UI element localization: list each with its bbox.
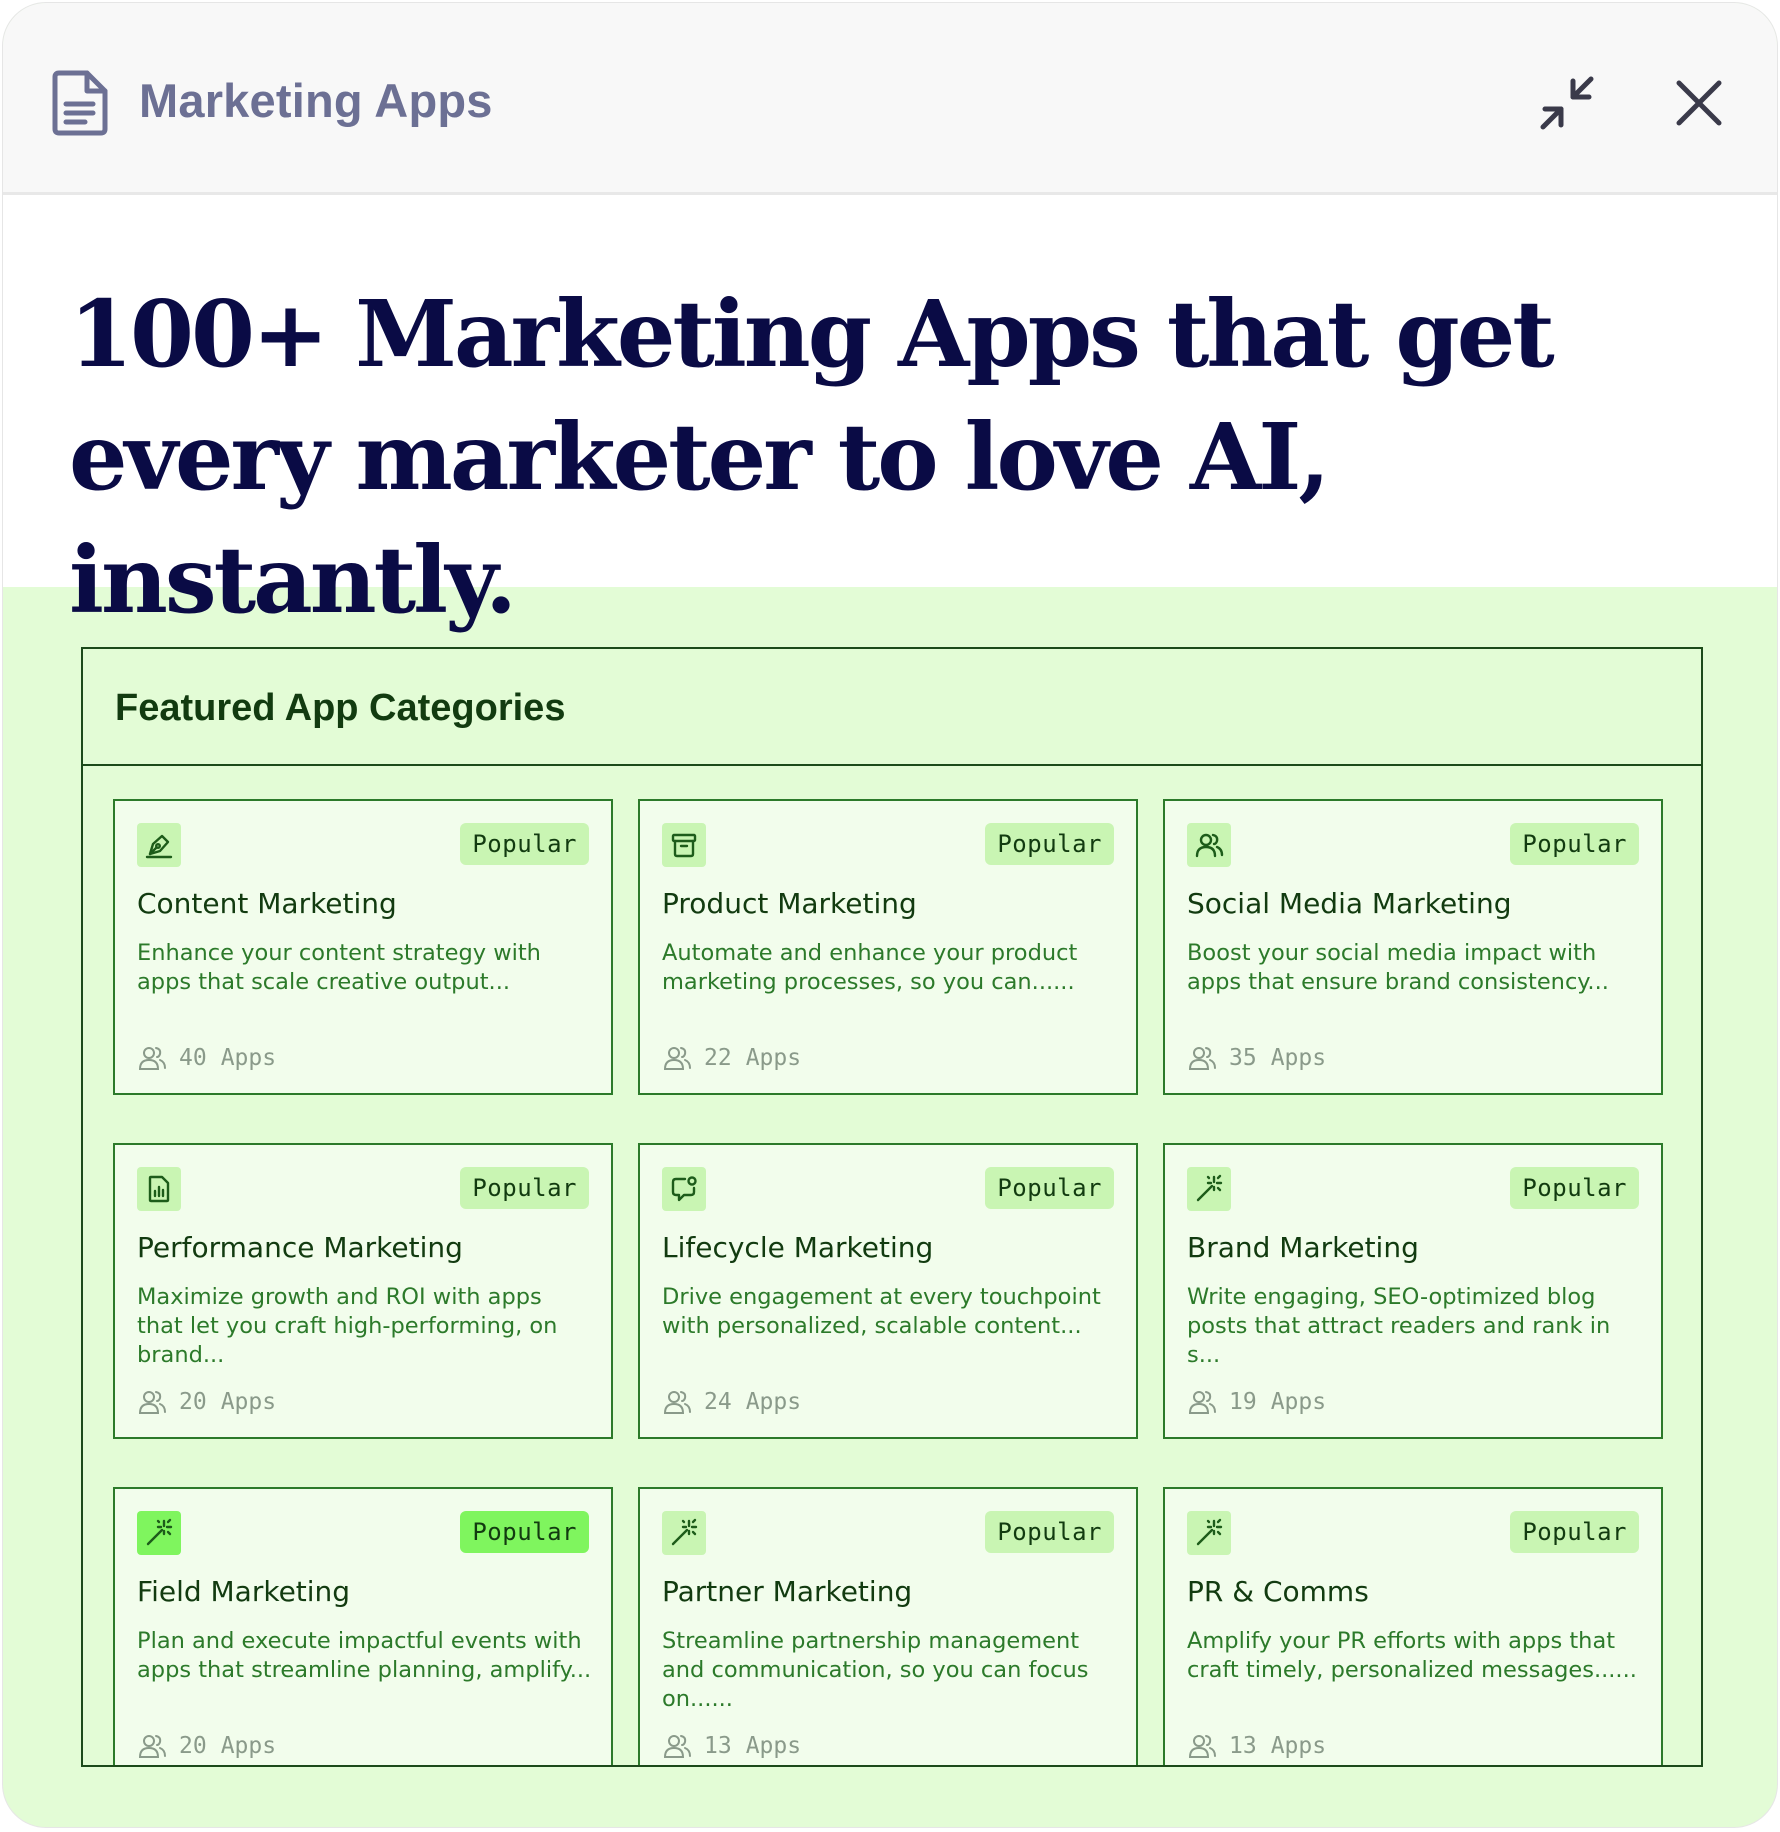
category-card[interactable]: Popular Content Marketing Enhance your con… <box>113 799 613 1095</box>
app-count-unit: Apps <box>745 1045 802 1071</box>
category-card[interactable]: Popular Performance Marketing Maximize gro… <box>113 1143 613 1439</box>
app-count: 20 Apps <box>137 1731 276 1761</box>
app-count-number: 20 <box>179 1389 207 1415</box>
app-count: 20 Apps <box>137 1387 276 1417</box>
app-count-number: 35 <box>1229 1045 1257 1071</box>
app-count-number: 13 <box>704 1733 732 1759</box>
marketing-apps-window: Marketing Apps 100+ Marketing Apps that … <box>2 2 1778 1828</box>
users-icon <box>1187 823 1231 867</box>
popular-badge: Popular <box>985 1511 1114 1553</box>
category-card[interactable]: Popular PR & Comms Amplify your PR efforts… <box>1163 1487 1663 1765</box>
app-count-number: 40 <box>179 1045 207 1071</box>
card-title: Lifecycle Marketing <box>662 1231 934 1264</box>
app-count-unit: Apps <box>1270 1733 1327 1759</box>
card-description: Maximize growth and ROI with apps that l… <box>137 1284 558 1368</box>
app-count-unit: Apps <box>745 1733 802 1759</box>
hero-section: 100+ Marketing Apps that get every marke… <box>3 195 1777 634</box>
app-count-unit: Apps <box>220 1045 277 1071</box>
card-title: PR & Comms <box>1187 1575 1369 1608</box>
app-count-unit: Apps <box>1270 1389 1327 1415</box>
magic-wand-icon <box>1187 1511 1231 1555</box>
card-title: Content Marketing <box>137 887 397 920</box>
magic-wand-icon <box>137 1511 181 1555</box>
category-card[interactable]: Popular Product Marketing Automate and enh… <box>638 799 1138 1095</box>
window-title: Marketing Apps <box>139 74 493 127</box>
category-card[interactable]: Popular Partner Marketing Streamline partn… <box>638 1487 1138 1765</box>
app-count-number: 13 <box>1229 1733 1257 1759</box>
users-icon <box>137 1387 179 1417</box>
card-description: Streamline partnership management and co… <box>662 1628 1089 1712</box>
users-icon <box>1187 1043 1229 1073</box>
card-description: Boost your social media impact with apps… <box>1187 940 1609 995</box>
card-description: Drive engagement at every touchpoint wit… <box>662 1284 1101 1339</box>
magic-wand-icon <box>662 1511 706 1555</box>
popular-badge: Popular <box>1510 1511 1639 1553</box>
card-description: Plan and execute impactful events with a… <box>137 1628 592 1683</box>
app-count-number: 24 <box>704 1389 732 1415</box>
popular-badge: Popular <box>985 1167 1114 1209</box>
popular-badge: Popular <box>1510 823 1639 865</box>
users-icon <box>137 1731 179 1761</box>
card-description: Automate and enhance your product market… <box>662 940 1078 995</box>
app-count: 13 Apps <box>662 1731 801 1761</box>
category-card[interactable]: Popular Field Marketing Plan and execute i… <box>113 1487 613 1765</box>
card-title: Social Media Marketing <box>1187 887 1512 920</box>
app-count: 35 Apps <box>1187 1043 1326 1073</box>
users-icon <box>1187 1731 1229 1761</box>
category-card[interactable]: Popular Brand Marketing Write engaging, SE… <box>1163 1143 1663 1439</box>
magic-wand-icon <box>1187 1167 1231 1211</box>
popular-badge: Popular <box>460 1167 589 1209</box>
panel-header: Featured App Categories <box>83 649 1701 766</box>
app-count-number: 19 <box>1229 1389 1257 1415</box>
users-icon <box>662 1387 704 1417</box>
app-count: 19 Apps <box>1187 1387 1326 1417</box>
pen-tool-icon <box>137 823 181 867</box>
title-bar: Marketing Apps <box>3 3 1777 195</box>
archive-box-icon <box>662 823 706 867</box>
app-count-unit: Apps <box>745 1389 802 1415</box>
card-title: Product Marketing <box>662 887 917 920</box>
card-description: Amplify your PR efforts with apps that c… <box>1187 1628 1637 1683</box>
card-title: Brand Marketing <box>1187 1231 1419 1264</box>
app-count-number: 22 <box>704 1045 732 1071</box>
app-count-number: 20 <box>179 1733 207 1759</box>
popular-badge: Popular <box>460 823 589 865</box>
card-description: Enhance your content strategy with apps … <box>137 940 541 995</box>
close-icon[interactable] <box>1671 75 1727 131</box>
app-count-unit: Apps <box>1270 1045 1327 1071</box>
card-title: Partner Marketing <box>662 1575 913 1608</box>
users-icon <box>662 1043 704 1073</box>
bar-chart-file-icon <box>137 1167 181 1211</box>
app-count-unit: Apps <box>220 1733 277 1759</box>
category-card[interactable]: Popular Social Media Marketing Boost your … <box>1163 799 1663 1095</box>
card-description: Write engaging, SEO-optimized blog posts… <box>1187 1284 1611 1368</box>
category-card[interactable]: Popular Lifecycle Marketing Drive engageme… <box>638 1143 1138 1439</box>
popular-badge: Popular <box>460 1511 589 1553</box>
users-icon <box>662 1731 704 1761</box>
panel-title: Featured App Categories <box>115 687 566 729</box>
card-title: Performance Marketing <box>137 1231 463 1264</box>
card-title: Field Marketing <box>137 1575 351 1608</box>
users-icon <box>1187 1387 1229 1417</box>
collapse-icon[interactable] <box>1535 71 1599 135</box>
featured-categories-panel: Featured App Categories Popular Content M… <box>81 647 1703 1767</box>
app-count: 13 Apps <box>1187 1731 1326 1761</box>
app-count: 40 Apps <box>137 1043 276 1073</box>
popular-badge: Popular <box>985 823 1114 865</box>
users-icon <box>137 1043 179 1073</box>
app-count-unit: Apps <box>220 1389 277 1415</box>
hero-headline: 100+ Marketing Apps that get every marke… <box>69 280 1555 634</box>
chat-bubble-icon <box>662 1167 706 1211</box>
app-count: 22 Apps <box>662 1043 801 1073</box>
popular-badge: Popular <box>1510 1167 1639 1209</box>
app-count: 24 Apps <box>662 1387 801 1417</box>
document-icon <box>52 70 108 136</box>
